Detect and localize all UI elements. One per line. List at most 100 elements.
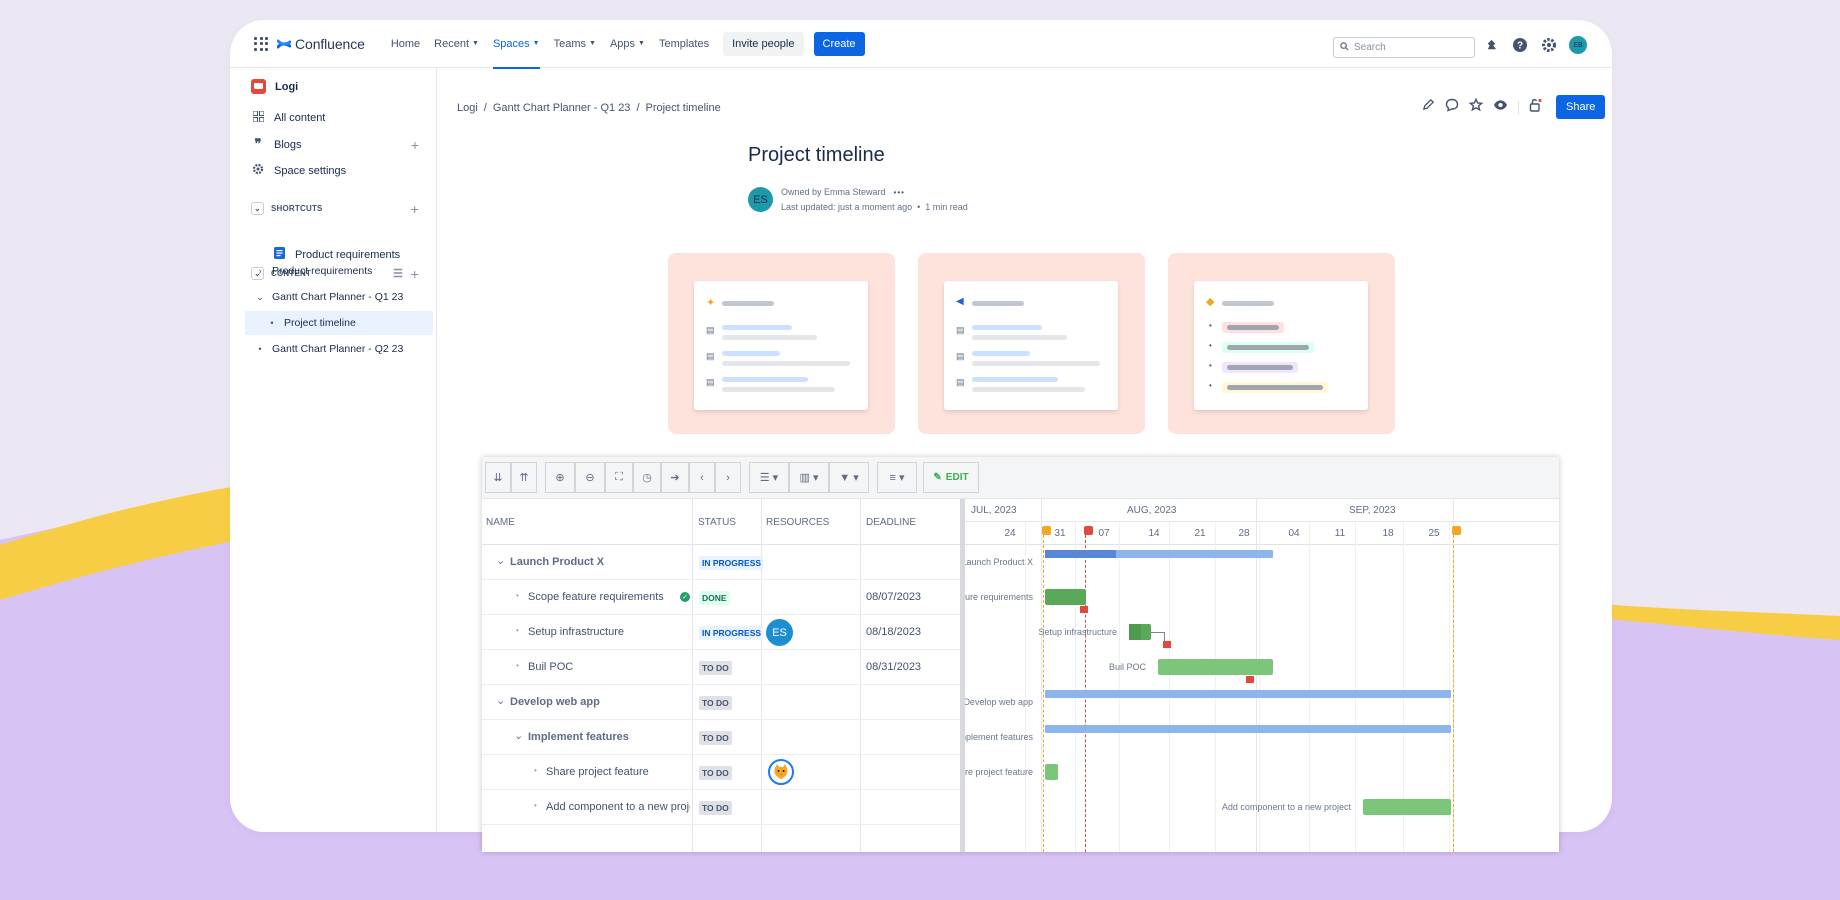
clock-icon[interactable]: ◷ [633, 462, 661, 493]
nav-item-home[interactable]: Home [391, 20, 420, 68]
task-row[interactable]: ⌄Implement featuresTO DO [482, 720, 960, 755]
breadcrumb-item[interactable]: Project timeline [646, 102, 721, 114]
expand-all-icon[interactable]: ⇈ [511, 462, 537, 493]
search-input[interactable]: Search [1333, 37, 1475, 58]
task-row[interactable]: •Scope feature requirements✓DONE08/07/20… [482, 580, 960, 615]
edit-button[interactable]: ✎EDIT [923, 462, 979, 493]
marker-flag-icon[interactable] [1084, 526, 1093, 535]
task-row[interactable]: •Add component to a new projectTO DO [482, 790, 960, 825]
nav-item-spaces[interactable]: Spaces▼ [493, 20, 540, 68]
shortcut-product-requirements[interactable]: Product requirements [272, 247, 442, 262]
task-bar[interactable] [1158, 659, 1273, 675]
task-bar[interactable] [1045, 589, 1086, 605]
timeline-day: 24 [1004, 528, 1015, 539]
task-row[interactable]: ⌄Launch Product XIN PROGRESS [482, 545, 960, 580]
settings-icon[interactable] [1540, 36, 1558, 54]
more-options-icon[interactable]: ••• [894, 188, 905, 197]
star-icon[interactable] [1469, 98, 1483, 117]
task-name[interactable]: Launch Product X [510, 556, 604, 568]
chevron-down-icon[interactable]: ⌄ [255, 292, 265, 303]
column-header-deadline[interactable]: DEADLINE [866, 517, 916, 528]
task-name[interactable]: Setup infrastructure [528, 626, 624, 638]
breadcrumb-separator: / [484, 102, 487, 114]
resource-avatar[interactable]: ES [766, 619, 793, 646]
column-header-name[interactable]: NAME [486, 517, 515, 528]
week-gridline [1355, 522, 1356, 852]
columns-icon[interactable]: ▥ ▾ [789, 462, 829, 493]
marker-flag-icon[interactable] [1452, 526, 1461, 535]
chevron-down-icon[interactable]: ⌄ [514, 729, 523, 742]
database-icon[interactable]: ≡ ▾ [877, 462, 917, 493]
column-header-status[interactable]: STATUS [698, 517, 736, 528]
chevron-down-icon[interactable]: ⌄ [496, 554, 505, 567]
nav-item-apps[interactable]: Apps▼ [610, 20, 645, 68]
cat-avatar-icon[interactable] [768, 759, 794, 785]
nav-item-templates[interactable]: Templates [659, 20, 709, 68]
owner-avatar[interactable]: ES [748, 187, 773, 212]
tree-item[interactable]: ⌄Gantt Chart Planner - Q1 23 [255, 291, 433, 303]
help-icon[interactable]: ? [1511, 36, 1529, 54]
breadcrumb-item[interactable]: Gantt Chart Planner - Q1 23 [493, 102, 631, 114]
summary-bar[interactable] [1045, 690, 1451, 698]
filter-icon[interactable]: ▼ ▾ [829, 462, 869, 493]
owner-text[interactable]: Owned by Emma Steward [781, 187, 886, 197]
task-bar[interactable] [1129, 624, 1151, 640]
create-button[interactable]: Create [814, 32, 865, 56]
notifications-icon[interactable] [1482, 36, 1500, 54]
scroll-right-icon[interactable]: › [715, 462, 741, 493]
invite-people-button[interactable]: Invite people [723, 32, 803, 56]
summary-bar[interactable] [1045, 725, 1451, 733]
column-header-resources[interactable]: RESOURCES [766, 517, 829, 528]
deadline-flag-icon[interactable] [1163, 641, 1171, 648]
task-row[interactable]: •Share project featureTO DO [482, 755, 960, 790]
task-row[interactable]: •Buil POCTO DO08/31/2023 [482, 650, 960, 685]
nav-item-teams[interactable]: Teams▼ [554, 20, 596, 68]
breadcrumb-item[interactable]: Logi [457, 102, 478, 114]
add-blog-icon[interactable]: + [411, 137, 419, 153]
task-name[interactable]: Develop web app [510, 696, 600, 708]
space-header[interactable]: Logi [251, 79, 298, 94]
sidebar-item-all-content[interactable]: All content [251, 111, 421, 125]
today-icon[interactable]: ➔ [661, 462, 689, 493]
tree-item[interactable]: •Gantt Chart Planner - Q2 23 [255, 343, 433, 355]
nav-item-recent[interactable]: Recent▼ [434, 20, 479, 68]
sidebar-item-space-settings[interactable]: Space settings [251, 163, 421, 178]
edit-pencil-icon[interactable] [1422, 98, 1435, 116]
scroll-left-icon[interactable]: ‹ [689, 462, 715, 493]
task-name[interactable]: Share project feature [546, 766, 649, 778]
collapse-all-icon[interactable]: ⇊ [485, 462, 511, 493]
deadline-flag-icon[interactable] [1246, 676, 1254, 683]
fit-icon[interactable]: ⛶ [605, 462, 633, 493]
app-switcher-icon[interactable] [254, 37, 268, 51]
add-shortcut-icon[interactable]: + [411, 201, 419, 217]
tree-item[interactable]: ›Product requirements [255, 265, 433, 277]
comment-icon[interactable] [1445, 98, 1459, 117]
summary-bar[interactable] [1045, 550, 1273, 558]
chevron-down-icon[interactable]: ⌄ [496, 694, 505, 707]
bullet-icon[interactable]: • [255, 344, 265, 354]
shortcuts-section[interactable]: ⌄ SHORTCUTS + [251, 202, 421, 215]
task-name[interactable]: Scope feature requirements [528, 591, 664, 603]
task-name[interactable]: Implement features [528, 731, 629, 743]
deadline-flag-icon[interactable] [1080, 606, 1088, 613]
sidebar-item-blogs[interactable]: ❞ Blogs + [251, 137, 421, 152]
task-bar[interactable] [1363, 799, 1451, 815]
task-row[interactable]: ⌄Develop web appTO DO [482, 685, 960, 720]
marker-flag-icon[interactable] [1042, 526, 1051, 535]
watch-icon[interactable] [1493, 98, 1508, 116]
task-bar[interactable] [1045, 764, 1058, 780]
confluence-logo[interactable]: Confluence [277, 36, 365, 52]
user-avatar[interactable]: EB [1569, 36, 1587, 54]
zoom-out-icon[interactable]: ⊖ [575, 462, 605, 493]
restrictions-icon[interactable] [1529, 98, 1542, 117]
chevron-right-icon[interactable]: › [255, 266, 265, 276]
share-button[interactable]: Share [1556, 95, 1605, 119]
chevron-down-icon[interactable]: ⌄ [251, 202, 264, 215]
task-row[interactable]: •Setup infrastructureIN PROGRESSES08/18/… [482, 615, 960, 650]
zoom-in-icon[interactable]: ⊕ [545, 462, 575, 493]
tree-item[interactable]: •Project timeline [245, 311, 433, 335]
bullet-icon[interactable]: • [267, 318, 277, 328]
task-name[interactable]: Buil POC [528, 661, 573, 673]
list-options-icon[interactable]: ☰ ▾ [749, 462, 789, 493]
task-name[interactable]: Add component to a new project [546, 801, 690, 813]
